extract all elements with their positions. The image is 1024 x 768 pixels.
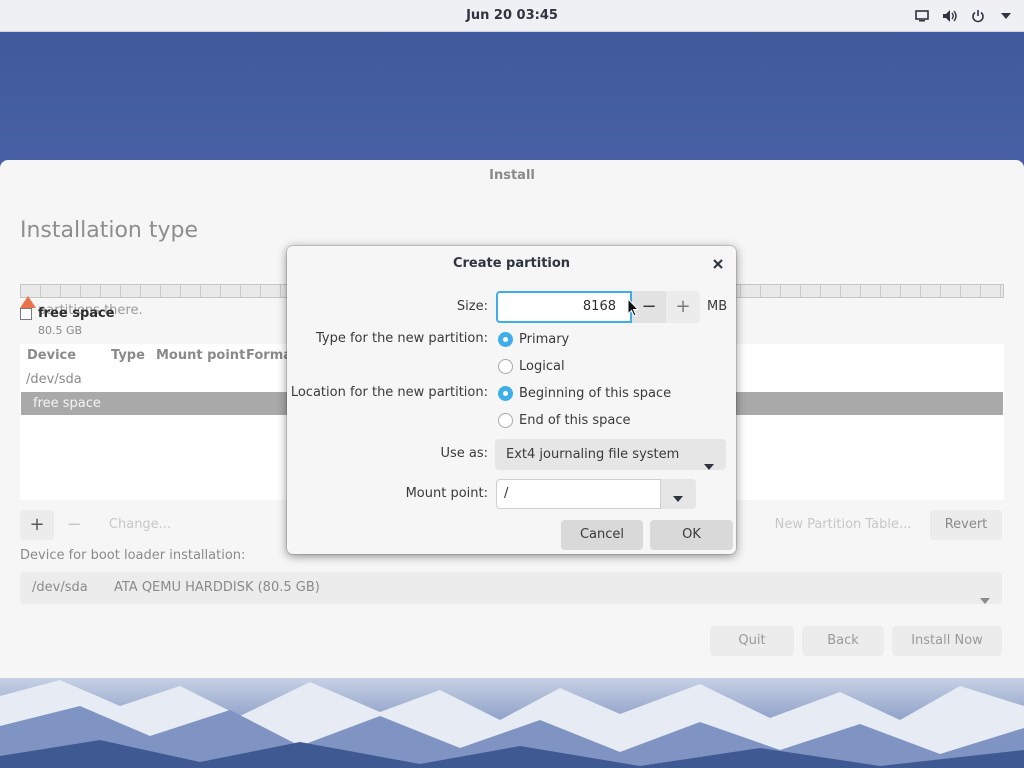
radio-logical-label: Logical (519, 359, 565, 374)
mouse-cursor-icon (627, 297, 640, 321)
size-input[interactable]: 8168 (496, 291, 632, 323)
chevron-down-icon (673, 491, 683, 506)
mount-point-dropdown-button[interactable] (661, 479, 696, 509)
install-now-button[interactable]: Install Now (892, 626, 1002, 656)
add-partition-button[interactable]: + (20, 510, 54, 540)
remove-partition-button[interactable]: − (60, 510, 88, 540)
size-increase-button[interactable]: + (666, 291, 700, 323)
use-as-label: Use as: (440, 446, 488, 461)
back-button[interactable]: Back (802, 626, 884, 656)
change-partition-button[interactable]: Change... (100, 510, 180, 540)
quit-button[interactable]: Quit (710, 626, 794, 656)
system-tray (914, 0, 1014, 32)
close-icon[interactable] (710, 256, 726, 272)
free-space-legend-swatch (20, 308, 32, 320)
radio-primary-indicator[interactable] (498, 332, 513, 347)
ok-button[interactable]: OK (650, 520, 733, 550)
column-mount-point[interactable]: Mount point (156, 348, 245, 363)
new-partition-table-button[interactable]: New Partition Table... (766, 510, 920, 540)
column-device[interactable]: Device (27, 348, 76, 363)
clock[interactable]: Jun 20 03:45 (0, 0, 1024, 32)
free-space-legend-size: 80.5 GB (38, 324, 83, 337)
partition-type-label: Type for the new partition: (315, 331, 488, 346)
use-as-select[interactable]: Ext4 journaling file system (495, 439, 726, 470)
page-title: Installation type (20, 218, 198, 243)
radio-primary-label: Primary (519, 332, 570, 347)
bootloader-device-select[interactable]: /dev/sda ATA QEMU HARDDISK (80.5 GB) (20, 572, 1002, 604)
partition-location-label: Location for the new partition: (290, 385, 488, 400)
radio-beginning-label: Beginning of this space (519, 386, 672, 401)
bootloader-device-description: ATA QEMU HARDDISK (80.5 GB) (113, 580, 320, 595)
column-type[interactable]: Type (111, 348, 145, 363)
mount-point-label: Mount point: (405, 486, 488, 501)
radio-end-label: End of this space (519, 413, 631, 428)
volume-icon[interactable] (942, 8, 958, 24)
radio-logical-indicator[interactable] (498, 359, 513, 374)
table-row[interactable]: /dev/sda (26, 372, 82, 387)
radio-beginning-indicator[interactable] (498, 386, 513, 401)
window-title: Install (489, 168, 535, 183)
mountain-wallpaper (0, 676, 1024, 768)
mount-point-input[interactable]: / (496, 479, 661, 509)
radio-end-indicator[interactable] (498, 413, 513, 428)
chevron-down-icon[interactable] (998, 8, 1014, 24)
dialog-title: Create partition (452, 256, 571, 271)
bootloader-device: /dev/sda (32, 580, 88, 595)
bootloader-label: Device for boot loader installation: (20, 548, 246, 563)
radio-beginning[interactable]: Beginning of this space (498, 386, 671, 401)
chevron-down-icon (704, 451, 714, 482)
chevron-down-icon (980, 585, 990, 617)
cancel-button[interactable]: Cancel (561, 520, 643, 550)
free-space-legend-name: free space (38, 306, 115, 321)
use-as-value: Ext4 journaling file system (506, 447, 680, 462)
radio-end[interactable]: End of this space (498, 413, 631, 428)
size-label: Size: (456, 299, 488, 314)
column-format[interactable]: Forma (246, 348, 292, 363)
radio-primary[interactable]: Primary (498, 332, 569, 347)
screen-icon[interactable] (914, 8, 930, 24)
create-partition-dialog: Create partition Size: 8168 − + MB Type … (287, 246, 736, 554)
top-bar: Jun 20 03:45 (0, 0, 1024, 32)
radio-logical[interactable]: Logical (498, 359, 565, 374)
size-unit: MB (707, 299, 728, 314)
revert-button[interactable]: Revert (930, 510, 1002, 540)
power-icon[interactable] (970, 8, 986, 24)
